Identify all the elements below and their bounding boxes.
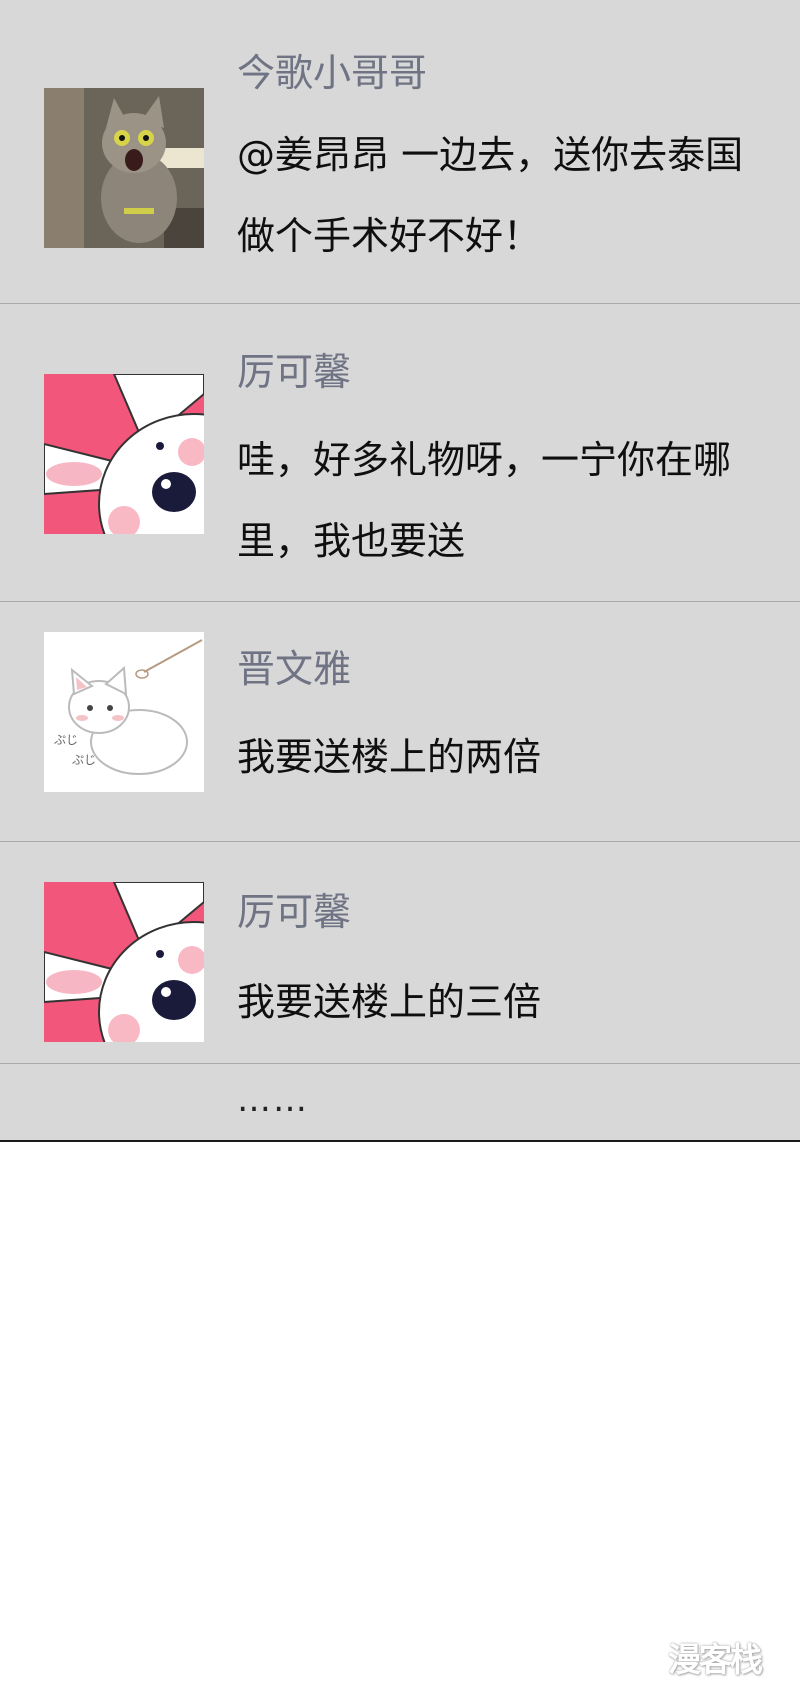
comment-item: 今歌小哥哥 @姜昂昂 一边去，送你去泰国做个手术好不好！ [0,0,800,304]
comment-username[interactable]: 厉可馨 [237,350,351,394]
pink-bunny-avatar[interactable] [44,882,204,1042]
comment-message: @姜昂昂 一边去，送你去泰国做个手术好不好！ [237,133,744,258]
comment-username[interactable]: 晋文雅 [237,647,351,691]
comment-item: 厉可馨 哇，好多礼物呀，一宁你在哪里，我也要送 [0,304,800,602]
comment-item: 厉可馨 我要送楼上的三倍 [0,842,800,1064]
comment-message: 我要送楼上的两倍 [237,735,542,779]
comment-username[interactable]: 今歌小哥哥 [237,51,427,95]
comment-list: 今歌小哥哥 @姜昂昂 一边去，送你去泰国做个手术好不好！ 厉可馨 哇，好多礼物呀… [0,0,800,1142]
more-indicator[interactable]: …… [237,1080,309,1120]
watermark-logo: 漫客栈 [668,1640,763,1679]
svg-text:ぷじ: ぷじ [54,733,78,747]
comment-message: 哇，好多礼物呀，一宁你在哪里，我也要送 [237,438,732,563]
svg-text:ぷじ: ぷじ [72,753,96,767]
comment-message: 我要送楼上的三倍 [237,980,542,1024]
cat-photo-avatar[interactable] [44,88,204,248]
comment-username[interactable]: 厉可馨 [237,890,351,934]
pink-bunny-avatar[interactable] [44,374,204,534]
comment-item: ぷじ ぷじ 晋文雅 我要送楼上的两倍 [0,602,800,842]
white-cat-avatar[interactable]: ぷじ ぷじ [44,632,204,792]
